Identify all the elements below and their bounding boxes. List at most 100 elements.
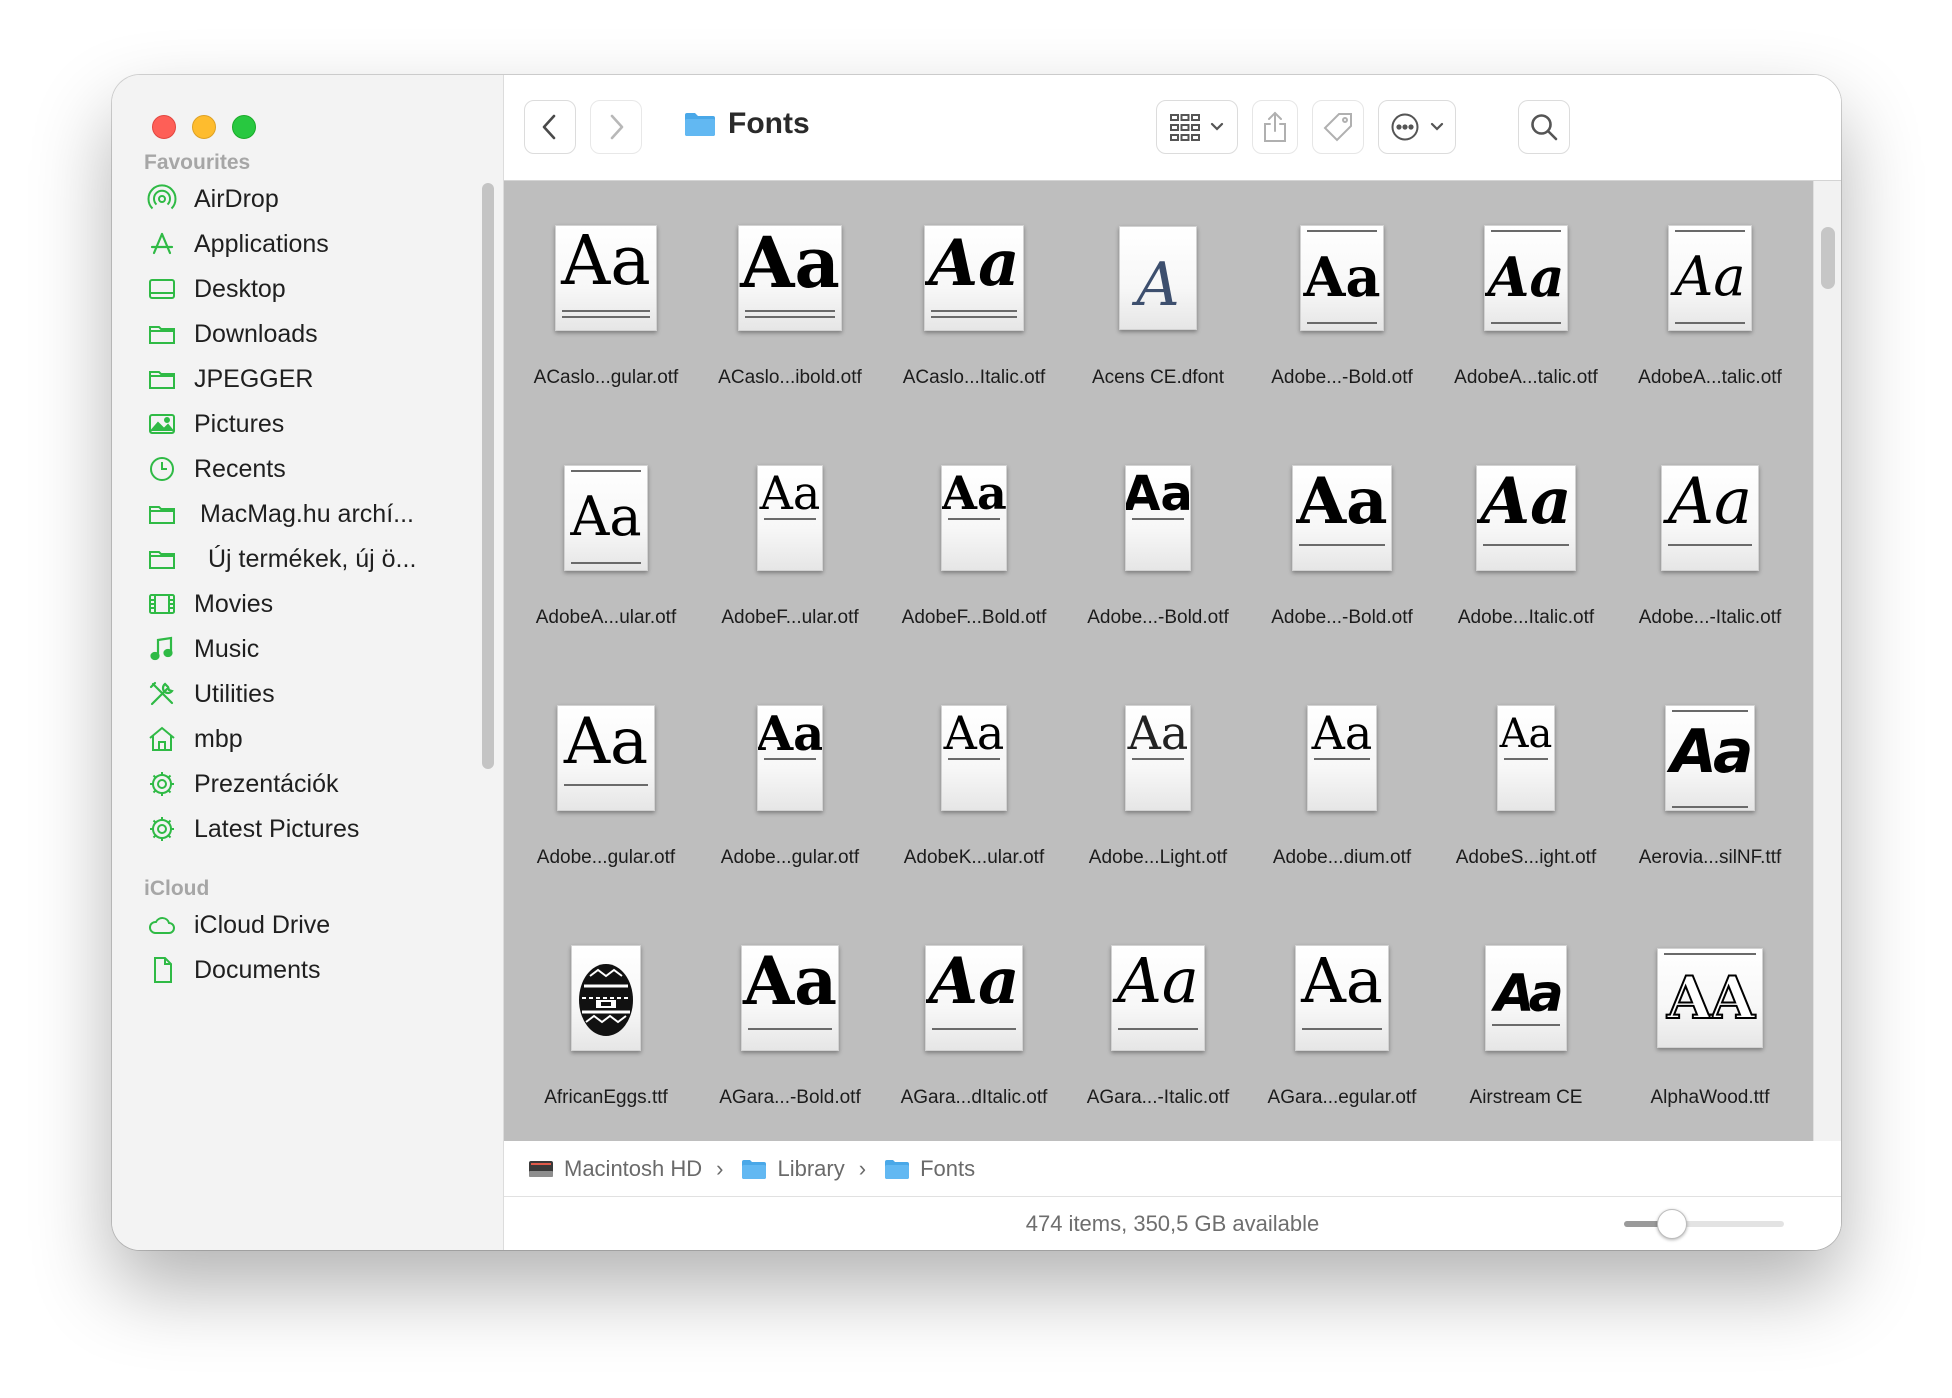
font-file-icon: Aa bbox=[1665, 705, 1755, 811]
maximize-window-button[interactable] bbox=[232, 115, 256, 139]
file-item[interactable]: Aa ACaslo...gular.otf bbox=[514, 203, 698, 433]
file-item[interactable]: Aa AdobeK...ular.otf bbox=[882, 683, 1066, 913]
sidebar-item-label: JPEGGER bbox=[194, 364, 314, 393]
share-icon bbox=[1264, 111, 1286, 142]
file-item[interactable]: Aa Adobe...-Bold.otf bbox=[1250, 203, 1434, 433]
sidebar-item-uj-termekek[interactable]: Új termékek, új ö... bbox=[146, 539, 416, 579]
folder-icon bbox=[146, 318, 178, 350]
file-item[interactable]: AA AlphaWood.ttf bbox=[1618, 923, 1802, 1141]
file-item[interactable]: Aa AdobeA...talic.otf bbox=[1434, 203, 1618, 433]
sidebar-item-jpegger[interactable]: JPEGGER bbox=[146, 359, 313, 399]
font-file-icon: A bbox=[1119, 226, 1197, 330]
grid-view-icon bbox=[1170, 114, 1200, 141]
file-item[interactable]: Aa AGara...-Italic.otf bbox=[1066, 923, 1250, 1141]
sidebar-item-mbp[interactable]: mbp bbox=[146, 719, 243, 759]
file-item[interactable]: AfricanEggs.ttf bbox=[514, 923, 698, 1141]
search-button[interactable] bbox=[1518, 100, 1570, 154]
chevron-right-icon bbox=[610, 114, 624, 140]
file-item[interactable]: Aa AdobeF...Bold.otf bbox=[882, 443, 1066, 673]
folder-icon bbox=[146, 498, 178, 530]
sidebar-item-label: Applications bbox=[194, 229, 329, 258]
window-title: Fonts bbox=[684, 107, 810, 141]
file-item[interactable]: Aa AdobeA...talic.otf bbox=[1618, 203, 1802, 433]
file-name: Airstream CE bbox=[1469, 1087, 1583, 1108]
file-name: AdobeA...talic.otf bbox=[1638, 367, 1782, 388]
path-segment-fonts[interactable]: Fonts bbox=[884, 1156, 975, 1182]
file-item[interactable]: Aa Adobe...dium.otf bbox=[1250, 683, 1434, 913]
share-button[interactable] bbox=[1252, 100, 1298, 154]
file-item[interactable]: Aa Aerovia...silNF.ttf bbox=[1618, 683, 1802, 913]
main-pane: Fonts Aa ACaslo...gular.otf Aa ACaslo...… bbox=[504, 75, 1841, 1250]
file-name: ACaslo...gular.otf bbox=[533, 367, 679, 388]
font-file-icon: AA bbox=[1657, 948, 1763, 1048]
file-item[interactable]: Aa AdobeS...ight.otf bbox=[1434, 683, 1618, 913]
minimize-window-button[interactable] bbox=[192, 115, 216, 139]
sidebar-item-icloud-drive[interactable]: iCloud Drive bbox=[146, 905, 330, 945]
back-button[interactable] bbox=[524, 100, 576, 154]
file-name: AGara...dItalic.otf bbox=[900, 1087, 1048, 1108]
font-file-icon: Aa bbox=[757, 465, 823, 571]
file-item[interactable]: Aa Adobe...-Bold.otf bbox=[1250, 443, 1434, 673]
sidebar-item-latest-pictures[interactable]: Latest Pictures bbox=[146, 809, 359, 849]
file-item[interactable]: Aa ACaslo...Italic.otf bbox=[882, 203, 1066, 433]
path-segment-library[interactable]: Library bbox=[741, 1156, 845, 1182]
file-item[interactable]: Aa AGara...-Bold.otf bbox=[698, 923, 882, 1141]
sidebar-item-recents[interactable]: Recents bbox=[146, 449, 286, 489]
chevron-right-icon: › bbox=[858, 1155, 867, 1181]
sidebar-item-music[interactable]: Music bbox=[146, 629, 259, 669]
icon-size-slider[interactable] bbox=[1624, 1209, 1784, 1239]
tags-button[interactable] bbox=[1312, 100, 1364, 154]
sidebar-item-label: iCloud Drive bbox=[194, 910, 331, 939]
font-file-icon: Aa bbox=[1300, 225, 1384, 331]
font-file-icon: Aa bbox=[557, 705, 655, 811]
file-item[interactable]: Aa AGara...dItalic.otf bbox=[882, 923, 1066, 1141]
sidebar-item-airdrop[interactable]: AirDrop bbox=[146, 179, 279, 219]
slider-knob[interactable] bbox=[1657, 1209, 1687, 1239]
view-options-button[interactable] bbox=[1156, 100, 1238, 154]
sidebar-item-macmag[interactable]: MacMag.hu archí... bbox=[146, 494, 414, 534]
search-icon bbox=[1531, 114, 1558, 141]
file-name: Adobe...-Bold.otf bbox=[1271, 607, 1413, 628]
file-name: Adobe...gular.otf bbox=[536, 847, 676, 868]
path-segment-macintosh-hd[interactable]: Macintosh HD bbox=[528, 1156, 702, 1182]
file-item[interactable]: Aa Adobe...gular.otf bbox=[514, 683, 698, 913]
sidebar-item-downloads[interactable]: Downloads bbox=[146, 314, 318, 354]
file-item[interactable]: Aa Adobe...Light.otf bbox=[1066, 683, 1250, 913]
file-item[interactable]: Aa AGara...egular.otf bbox=[1250, 923, 1434, 1141]
scrollbar-thumb[interactable] bbox=[1821, 227, 1835, 289]
file-item[interactable]: Aa AdobeF...ular.otf bbox=[698, 443, 882, 673]
chevron-left-icon bbox=[542, 114, 556, 140]
finder-window: Favourites AirDrop Applications Desktop … bbox=[112, 75, 1841, 1250]
sidebar-item-applications[interactable]: Applications bbox=[146, 224, 329, 264]
file-item[interactable]: Aa Adobe...Italic.otf bbox=[1434, 443, 1618, 673]
more-actions-button[interactable] bbox=[1378, 100, 1456, 154]
sidebar-item-desktop[interactable]: Desktop bbox=[146, 269, 286, 309]
cloud-icon bbox=[146, 909, 178, 941]
close-window-button[interactable] bbox=[152, 115, 176, 139]
content-scrollbar[interactable] bbox=[1813, 181, 1841, 1141]
sidebar-item-label: Pictures bbox=[194, 409, 285, 438]
sidebar-item-utilities[interactable]: Utilities bbox=[146, 674, 275, 714]
file-item[interactable]: Aa ACaslo...ibold.otf bbox=[698, 203, 882, 433]
sidebar-item-movies[interactable]: Movies bbox=[146, 584, 273, 624]
applications-icon bbox=[146, 228, 178, 260]
file-item[interactable]: Aa Adobe...-Bold.otf bbox=[1066, 443, 1250, 673]
file-item[interactable]: Aa Airstream CE bbox=[1434, 923, 1618, 1141]
sidebar-item-documents[interactable]: Documents bbox=[146, 950, 320, 990]
forward-button[interactable] bbox=[590, 100, 642, 154]
file-item[interactable]: Aa AdobeA...ular.otf bbox=[514, 443, 698, 673]
font-file-icon: Aa bbox=[741, 945, 839, 1051]
sidebar-item-prezentaciok[interactable]: Prezentációk bbox=[146, 764, 339, 804]
icon-view[interactable]: Aa ACaslo...gular.otf Aa ACaslo...ibold.… bbox=[504, 181, 1841, 1141]
file-name: Adobe...-Bold.otf bbox=[1087, 607, 1229, 628]
file-item[interactable]: Aa Adobe...gular.otf bbox=[698, 683, 882, 913]
tools-icon bbox=[146, 678, 178, 710]
clock-icon bbox=[146, 453, 178, 485]
sidebar-item-pictures[interactable]: Pictures bbox=[146, 404, 284, 444]
sidebar-item-label: Downloads bbox=[194, 319, 318, 348]
file-name: Adobe...-Italic.otf bbox=[1638, 607, 1782, 628]
file-item[interactable]: Aa Adobe...-Italic.otf bbox=[1618, 443, 1802, 673]
file-item[interactable]: A Acens CE.dfont bbox=[1066, 203, 1250, 433]
file-name: AdobeK...ular.otf bbox=[903, 847, 1045, 868]
sidebar-scrollbar[interactable] bbox=[482, 183, 494, 769]
